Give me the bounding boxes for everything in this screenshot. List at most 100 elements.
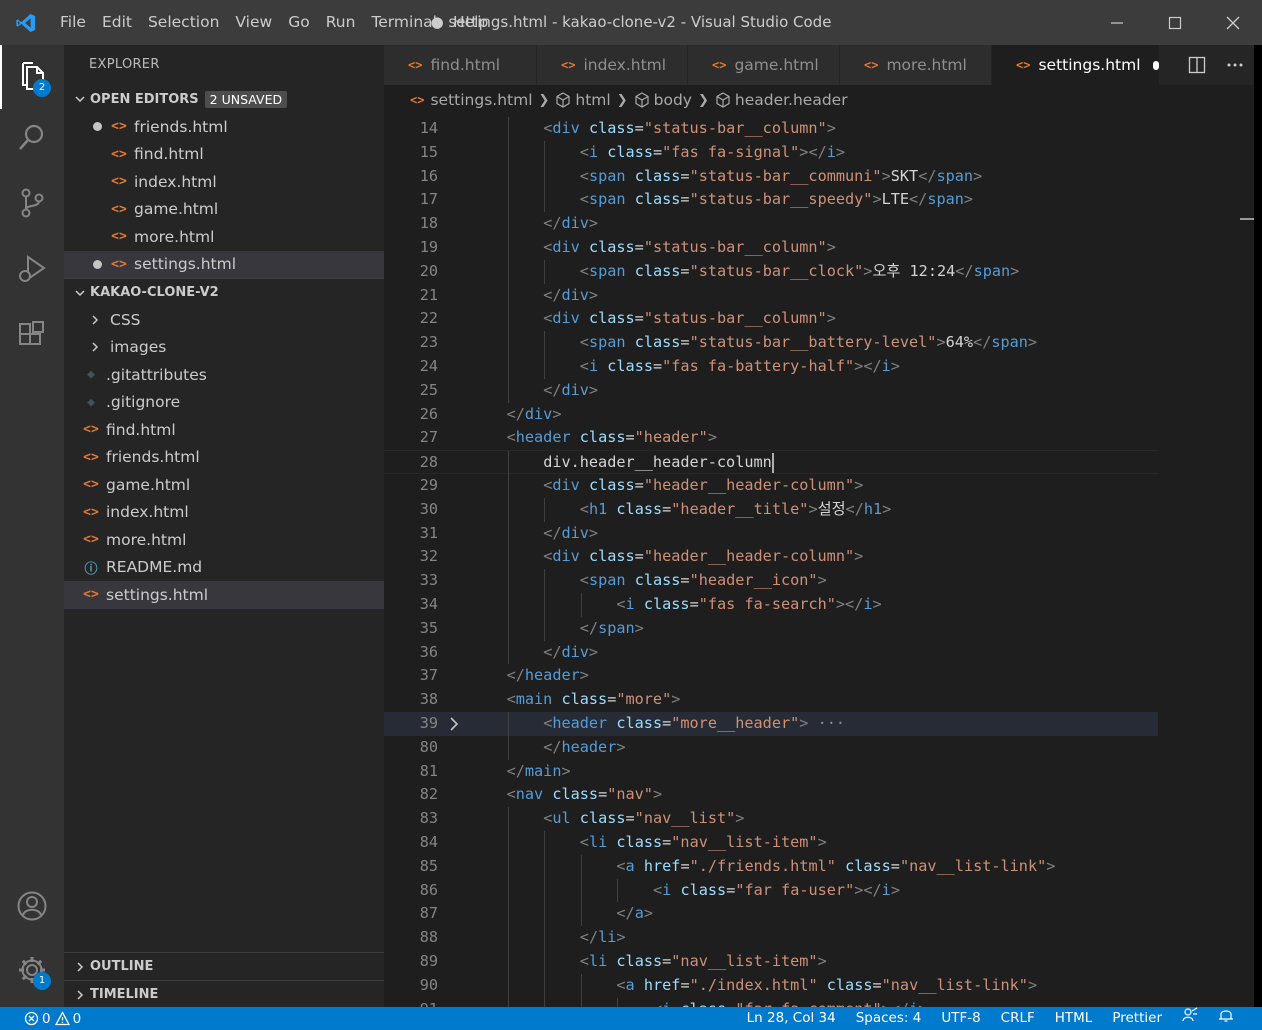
explorer-activity-button[interactable]: 2 bbox=[0, 45, 64, 109]
code-line[interactable]: 86 <i class="far fa-user"></i> bbox=[384, 878, 1158, 903]
close-window-button[interactable] bbox=[1204, 0, 1262, 45]
menu-file[interactable]: File bbox=[52, 0, 94, 45]
split-editor-button[interactable] bbox=[1178, 45, 1216, 85]
code-line[interactable]: 34 <i class="fas fa-search"></i> bbox=[384, 593, 1158, 617]
menu-terminal[interactable]: Terminal bbox=[363, 0, 445, 45]
more-actions-button[interactable] bbox=[1216, 45, 1254, 85]
project-folder-header[interactable]: KAKAO-CLONE-V2 bbox=[64, 278, 384, 306]
code-line[interactable]: 24 <i class="fas fa-battery-half"></i> bbox=[384, 355, 1158, 379]
folder-item[interactable]: images bbox=[64, 334, 384, 362]
file-item[interactable]: ◆ .gitattributes bbox=[64, 361, 384, 389]
code-line[interactable]: 23 <span class="status-bar__battery-level… bbox=[384, 331, 1158, 355]
code-line[interactable]: 15 <i class="fas fa-signal"></i> bbox=[384, 140, 1158, 165]
tab-game[interactable]: <> game.html bbox=[688, 45, 840, 85]
code-line[interactable]: 17 <span class="status-bar__speedy">LTE</… bbox=[384, 188, 1158, 213]
timeline-section-header[interactable]: TIMELINE bbox=[64, 980, 384, 1008]
indentation[interactable]: Spaces: 4 bbox=[846, 1007, 932, 1030]
file-item[interactable]: ◆ .gitignore bbox=[64, 389, 384, 417]
notifications-button[interactable] bbox=[1208, 1007, 1244, 1030]
code-line[interactable]: 80 </header> bbox=[384, 735, 1158, 760]
code-line[interactable]: 88 </li> bbox=[384, 926, 1158, 950]
code-line[interactable]: 26 </div> bbox=[384, 403, 1158, 427]
code-line[interactable]: 32 <div class="header__header-column"> bbox=[384, 545, 1158, 570]
code-line[interactable]: 14 <div class="status-bar__column"> bbox=[384, 117, 1158, 141]
end-of-line[interactable]: CRLF bbox=[991, 1007, 1045, 1030]
code-line[interactable]: 16 <span class="status-bar__communi">SKT<… bbox=[384, 164, 1158, 189]
code-line[interactable]: 81 </main> bbox=[384, 760, 1158, 784]
maximize-button[interactable] bbox=[1146, 0, 1204, 45]
open-editor-item[interactable]: <> find.html bbox=[64, 141, 384, 169]
open-editors-header[interactable]: OPEN EDITORS 2 UNSAVED bbox=[64, 85, 384, 113]
tab-more[interactable]: <> more.html bbox=[840, 45, 992, 85]
editor-scrollbar-marker[interactable] bbox=[1240, 218, 1254, 220]
tab-settings[interactable]: <> settings.html bbox=[992, 45, 1160, 85]
code-line[interactable]: 21 </div> bbox=[384, 283, 1158, 308]
menu-selection[interactable]: Selection bbox=[140, 0, 227, 45]
code-line[interactable]: 31 </div> bbox=[384, 521, 1158, 546]
feedback-button[interactable] bbox=[1172, 1006, 1208, 1030]
file-item[interactable]: <> game.html bbox=[64, 471, 384, 499]
cursor-position[interactable]: Ln 28, Col 34 bbox=[737, 1007, 846, 1030]
code-line[interactable]: 18 </div> bbox=[384, 212, 1158, 236]
code-line[interactable]: 85 <a href="./friends.html" class="nav__l… bbox=[384, 854, 1158, 879]
code-line[interactable]: 82 <nav class="nav"> bbox=[384, 783, 1158, 807]
code-line[interactable]: 37 </header> bbox=[384, 664, 1158, 688]
search-activity-button[interactable] bbox=[0, 105, 64, 169]
open-editor-item[interactable]: <> index.html bbox=[64, 168, 384, 196]
code-line[interactable]: 19 <div class="status-bar__column"> bbox=[384, 236, 1158, 260]
code-line[interactable]: 83 <ul class="nav__list"> bbox=[384, 807, 1158, 831]
open-editor-item[interactable]: <> settings.html bbox=[64, 250, 384, 278]
code-line[interactable]: 36 </div> bbox=[384, 640, 1158, 665]
code-line[interactable]: 91 <i class="far fa-comment"></i> bbox=[384, 997, 1158, 1007]
breadcrumb-item[interactable]: settings.html bbox=[430, 91, 532, 109]
code-line[interactable]: 30 <h1 class="header__title">설정</h1> bbox=[384, 497, 1158, 522]
menu-help[interactable]: Help bbox=[445, 0, 496, 45]
code-line[interactable]: 28 div.header__header-column bbox=[384, 450, 1158, 475]
code-line[interactable]: 39 <header class="more__header"> ··· bbox=[384, 712, 1158, 736]
code-line[interactable]: 27 <header class="header"> bbox=[384, 426, 1158, 450]
file-item[interactable]: <> index.html bbox=[64, 499, 384, 527]
extensions-activity-button[interactable] bbox=[0, 303, 64, 367]
minimize-button[interactable] bbox=[1088, 0, 1146, 45]
run-debug-activity-button[interactable] bbox=[0, 237, 64, 301]
open-editor-item[interactable]: <> friends.html bbox=[64, 113, 384, 141]
code-editor[interactable]: 14 <div class="status-bar__column"> 15 <i c… bbox=[384, 115, 1254, 1007]
file-item[interactable]: <> settings.html bbox=[64, 581, 384, 609]
tab-find[interactable]: <> find.html bbox=[384, 45, 537, 85]
breadcrumb-item[interactable]: body bbox=[654, 91, 692, 109]
problems-indicator[interactable]: 0 0 bbox=[0, 1011, 81, 1027]
prettier-status[interactable]: Prettier bbox=[1102, 1007, 1172, 1030]
source-control-activity-button[interactable] bbox=[0, 171, 64, 235]
encoding[interactable]: UTF-8 bbox=[931, 1007, 990, 1030]
code-line[interactable]: 89 <li class="nav__list-item"> bbox=[384, 950, 1158, 974]
tab-index[interactable]: <> index.html bbox=[537, 45, 688, 85]
open-editor-item[interactable]: <> more.html bbox=[64, 223, 384, 251]
breadcrumb-item[interactable]: header.header bbox=[735, 91, 848, 109]
code-line[interactable]: 33 <span class="header__icon"> bbox=[384, 569, 1158, 593]
menu-go[interactable]: Go bbox=[280, 0, 318, 45]
manage-activity-button[interactable]: 1 bbox=[0, 938, 64, 1002]
code-line[interactable]: 29 <div class="header__header-column"> bbox=[384, 474, 1158, 498]
file-item[interactable]: <> friends.html bbox=[64, 444, 384, 472]
file-item[interactable]: <> more.html bbox=[64, 526, 384, 554]
menu-run[interactable]: Run bbox=[318, 0, 364, 45]
menu-edit[interactable]: Edit bbox=[94, 0, 140, 45]
unsaved-dot-icon[interactable] bbox=[1152, 60, 1159, 70]
file-item[interactable]: <> find.html bbox=[64, 416, 384, 444]
code-line[interactable]: 25 </div> bbox=[384, 378, 1158, 403]
outline-section-header[interactable]: OUTLINE bbox=[64, 952, 384, 980]
open-editor-item[interactable]: <> game.html bbox=[64, 196, 384, 224]
code-line[interactable]: 20 <span class="status-bar__clock">오후 12:… bbox=[384, 259, 1158, 284]
code-line[interactable]: 87 </a> bbox=[384, 902, 1158, 927]
breadcrumb-item[interactable]: html bbox=[575, 91, 610, 109]
code-line[interactable]: 84 <li class="nav__list-item"> bbox=[384, 831, 1158, 855]
file-item[interactable]: ⓘ README.md bbox=[64, 554, 384, 582]
code-line[interactable]: 22 <div class="status-bar__column"> bbox=[384, 307, 1158, 332]
menu-view[interactable]: View bbox=[227, 0, 280, 45]
accounts-activity-button[interactable] bbox=[0, 874, 64, 938]
code-line[interactable]: 35 </span> bbox=[384, 616, 1158, 641]
code-line[interactable]: 90 <a href="./index.html" class="nav__lis… bbox=[384, 973, 1158, 998]
code-line[interactable]: 38 <main class="more"> bbox=[384, 688, 1158, 712]
folder-item[interactable]: CSS bbox=[64, 306, 384, 334]
language-mode[interactable]: HTML bbox=[1045, 1007, 1103, 1030]
